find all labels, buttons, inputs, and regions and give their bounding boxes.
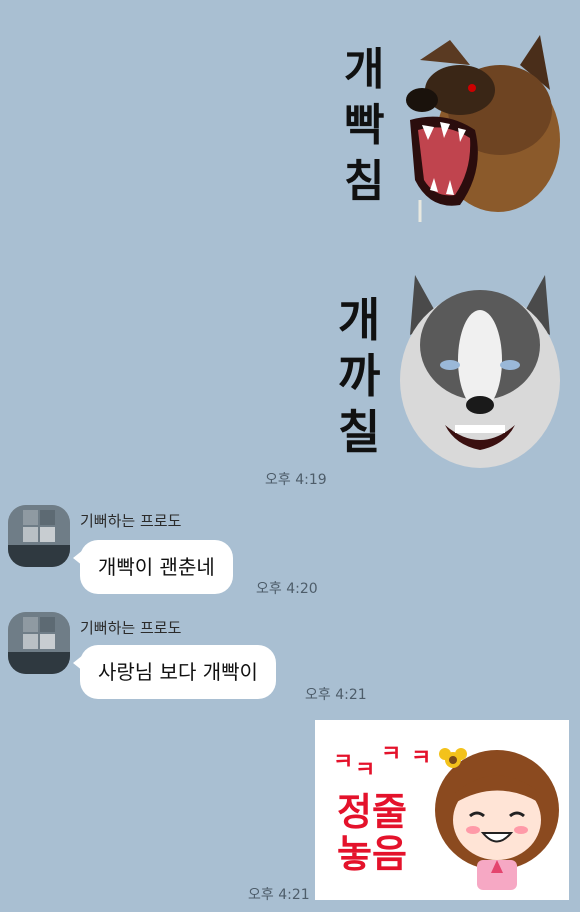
sticker-jeongjul-noeum[interactable]: ㅋ ㅋ ㅋ ㅋ 정줄 놓음 (315, 720, 569, 900)
message-timestamp: 오후 4:21 (305, 687, 367, 703)
message-bubble[interactable]: 개빡이 괜춘네 (73, 540, 233, 594)
message-timestamp: 오후 4:20 (256, 581, 318, 597)
sender-name: 기뻐하는 프로도 (80, 619, 182, 637)
laughing-girl-icon (435, 748, 559, 890)
laugh-text: ㅋ (355, 758, 376, 783)
sticker-text-line: 놓음 (337, 831, 407, 876)
message-bubble[interactable]: 사랑님 보다 개빡이 (73, 645, 276, 699)
husky-icon (400, 275, 560, 468)
sticker-text-line: 빡 (344, 100, 385, 151)
message-timestamp: 오후 4:21 (248, 887, 310, 903)
laugh-text: ㅋ (381, 742, 402, 767)
sticker-text-line: 침 (344, 156, 385, 207)
sticker-text-line: 칠 (338, 405, 381, 459)
sticker-text-line: 개 (344, 44, 385, 95)
sticker-text-line: 까 (338, 349, 381, 403)
sticker-text-line: 개 (338, 293, 381, 347)
sticker-gaeggachil[interactable]: 개 까 칠 (330, 265, 570, 470)
sticker-gaebbakchim[interactable]: 개 빡 침 (330, 30, 570, 230)
message-timestamp: 오후 4:19 (265, 472, 327, 488)
laugh-text: ㅋ (333, 750, 354, 775)
angry-dog-icon (406, 35, 560, 222)
avatar[interactable] (8, 505, 70, 567)
avatar[interactable] (8, 612, 70, 674)
sticker-text-line: 정줄 (337, 790, 407, 834)
sender-name: 기뻐하는 프로도 (80, 512, 182, 530)
